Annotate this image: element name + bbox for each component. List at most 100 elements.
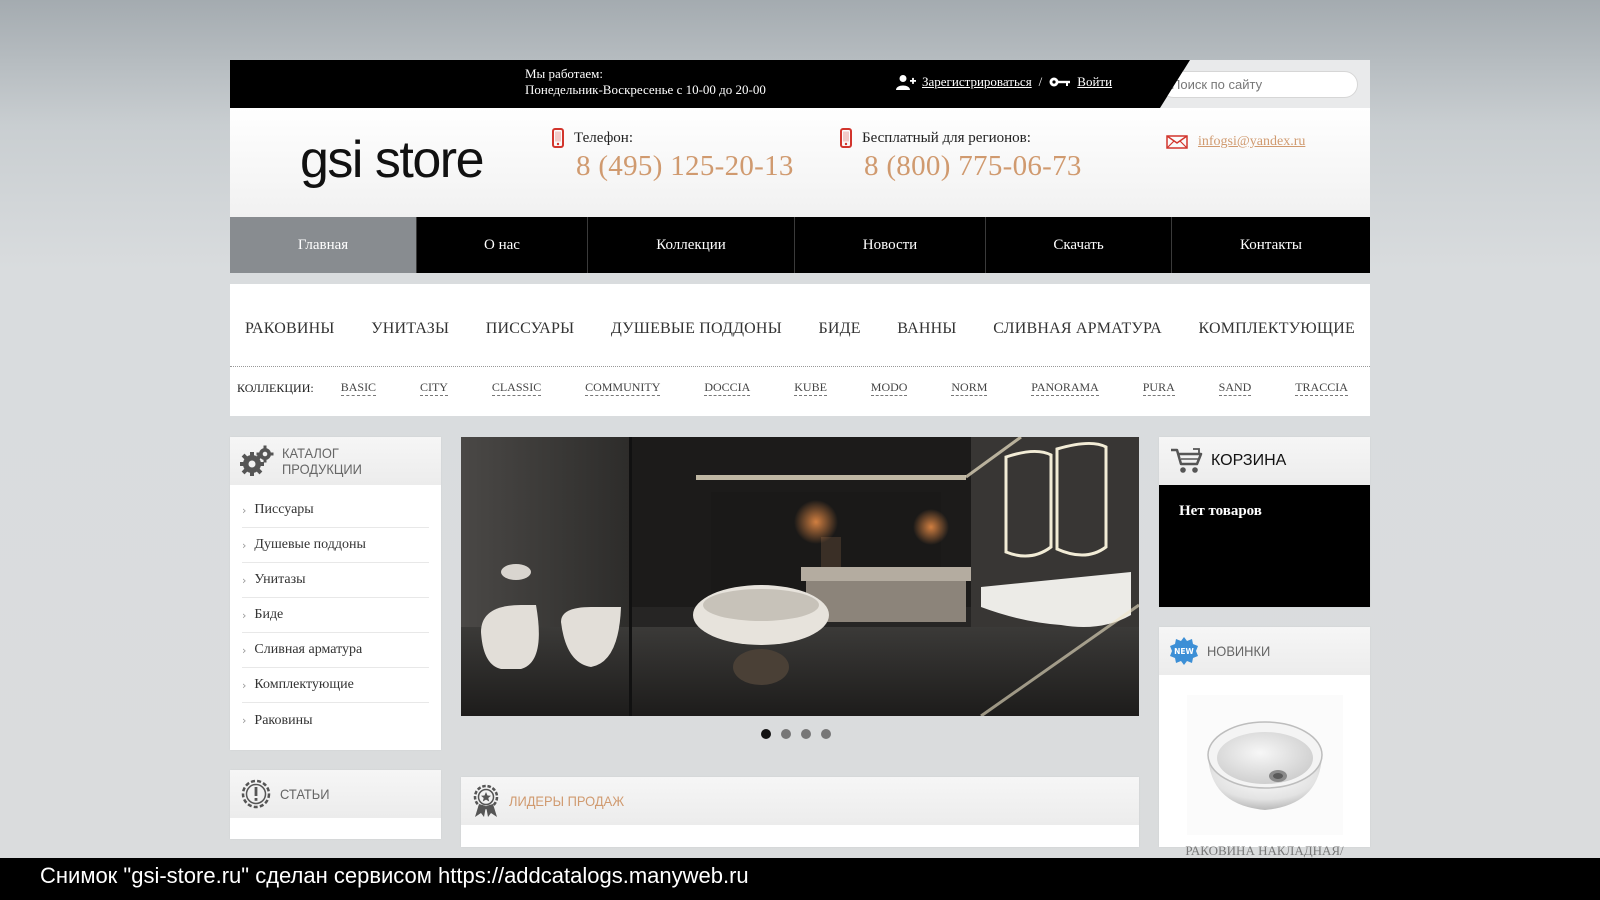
category-link[interactable]: КОМПЛЕКТУЮЩИЕ bbox=[1198, 320, 1355, 338]
award-ribbon-icon bbox=[473, 784, 499, 817]
free-phone-label: Бесплатный для регионов: bbox=[862, 129, 1031, 146]
collection-link[interactable]: COMMUNITY bbox=[585, 380, 661, 396]
envelope-icon bbox=[1166, 135, 1188, 149]
main-nav: Главная О нас Коллекции Новости Скачать … bbox=[230, 217, 1370, 273]
bestsellers-box: ЛИДЕРЫ ПРОДАЖ bbox=[461, 777, 1139, 847]
category-link[interactable]: БИДЕ bbox=[818, 320, 860, 338]
slider-dot[interactable] bbox=[761, 729, 771, 739]
category-link[interactable]: ПИССУАРЫ bbox=[486, 320, 575, 338]
catalog-box: КАТАЛОГ ПРОДУКЦИИ › Писсуары › Душевые под… bbox=[230, 437, 441, 750]
free-phone-number[interactable]: 8 (800) 775-06-73 bbox=[864, 150, 1082, 183]
nav-item-download[interactable]: Скачать bbox=[986, 217, 1172, 273]
gears-icon bbox=[240, 445, 274, 476]
phone-icon bbox=[840, 128, 852, 148]
collections-row: КОЛЛЕКЦИИ: BASIC CITY CLASSIC COMMUNITY … bbox=[237, 380, 1348, 396]
hero-slider[interactable] bbox=[461, 437, 1139, 716]
new-items-title: НОВИНКИ bbox=[1207, 643, 1271, 659]
cart-empty-text: Нет товаров bbox=[1179, 503, 1262, 519]
chevron-right-icon: › bbox=[242, 678, 247, 692]
cart-header[interactable]: КОРЗИНА bbox=[1159, 437, 1370, 485]
site-logo[interactable]: gsi store bbox=[300, 130, 485, 190]
chevron-right-icon: › bbox=[242, 714, 247, 727]
search-input[interactable] bbox=[1171, 77, 1347, 92]
catalog-item[interactable]: › Писсуары bbox=[242, 493, 429, 528]
collection-link[interactable]: TRACCIA bbox=[1295, 380, 1348, 396]
catalog-item[interactable]: › Раковины bbox=[242, 703, 429, 738]
category-link[interactable]: УНИТАЗЫ bbox=[371, 320, 449, 338]
email-block: infogsi@yandex.ru bbox=[1166, 134, 1305, 150]
product-name[interactable]: РАКОВИНА НАКЛАДНАЯ/ bbox=[1159, 843, 1370, 859]
category-link[interactable]: СЛИВНАЯ АРМАТУРА bbox=[993, 320, 1162, 338]
phone-block: Телефон: 8 (495) 125-20-13 bbox=[552, 128, 794, 183]
collection-link[interactable]: NORM bbox=[951, 380, 988, 396]
product-image[interactable] bbox=[1186, 695, 1343, 835]
washbasin-image bbox=[1206, 721, 1323, 810]
category-panel: РАКОВИНЫ УНИТАЗЫ ПИССУАРЫ ДУШЕВЫЕ ПОДДОН… bbox=[230, 284, 1370, 416]
collection-link[interactable]: PURA bbox=[1142, 380, 1175, 396]
register-link[interactable]: Зарегистрироваться bbox=[922, 74, 1032, 90]
phone-icon bbox=[552, 128, 564, 148]
slider-dot[interactable] bbox=[781, 729, 791, 739]
chevron-right-icon: › bbox=[242, 538, 247, 552]
dotted-divider bbox=[230, 366, 1370, 367]
search-box[interactable] bbox=[1160, 71, 1358, 98]
exclamation-badge-icon bbox=[241, 779, 271, 809]
catalog-item[interactable]: › Биде bbox=[242, 598, 429, 633]
catalog-title: КАТАЛОГ ПРОДУКЦИИ bbox=[282, 445, 362, 477]
auth-separator: / bbox=[1038, 74, 1043, 89]
email-link[interactable]: infogsi@yandex.ru bbox=[1198, 134, 1305, 150]
top-bar: Мы работаем: Понедельник-Воскресенье с 1… bbox=[230, 60, 1370, 108]
chevron-right-icon: › bbox=[242, 643, 247, 657]
collection-link[interactable]: KUBE bbox=[794, 380, 827, 396]
slider-dots bbox=[761, 729, 841, 739]
collection-link[interactable]: PANORAMA bbox=[1031, 380, 1099, 396]
slider-dot[interactable] bbox=[821, 729, 831, 739]
nav-item-about[interactable]: О нас bbox=[417, 217, 588, 273]
new-badge-icon: NEW bbox=[1170, 637, 1198, 665]
chevron-right-icon: › bbox=[242, 573, 247, 587]
cart-title: КОРЗИНА bbox=[1211, 452, 1287, 469]
search-area bbox=[1160, 60, 1370, 108]
site-header: gsi store Телефон: 8 (495) 125-20-13 Бес… bbox=[230, 108, 1370, 217]
category-row: РАКОВИНЫ УНИТАЗЫ ПИССУАРЫ ДУШЕВЫЕ ПОДДОН… bbox=[245, 320, 1355, 338]
key-icon bbox=[1049, 77, 1071, 87]
new-items-box: NEW НОВИНКИ РАКОВИНА НАКЛАДНАЯ/ bbox=[1159, 627, 1370, 858]
category-link[interactable]: ВАННЫ bbox=[897, 320, 956, 338]
catalog-item[interactable]: › Комплектующие bbox=[242, 668, 429, 703]
catalog-item[interactable]: › Унитазы bbox=[242, 563, 429, 598]
auth-links: Зарегистрироваться / Войти bbox=[896, 74, 1112, 90]
collection-link[interactable]: SAND bbox=[1218, 380, 1252, 396]
login-link[interactable]: Войти bbox=[1077, 74, 1112, 90]
articles-title: СТАТЬИ bbox=[280, 786, 330, 802]
phone-label: Телефон: bbox=[574, 129, 633, 146]
articles-box: СТАТЬИ bbox=[230, 770, 441, 839]
cart-box: КОРЗИНА Нет товаров bbox=[1159, 437, 1370, 607]
collection-link[interactable]: DOCCIA bbox=[704, 380, 751, 396]
bestsellers-header: ЛИДЕРЫ ПРОДАЖ bbox=[461, 777, 1139, 825]
category-link[interactable]: РАКОВИНЫ bbox=[245, 320, 335, 338]
collection-link[interactable]: CITY bbox=[419, 380, 448, 396]
nav-item-news[interactable]: Новости bbox=[795, 217, 986, 273]
add-user-icon bbox=[896, 75, 916, 90]
nav-item-contacts[interactable]: Контакты bbox=[1172, 217, 1370, 273]
working-hours: Мы работаем: Понедельник-Воскресенье с 1… bbox=[525, 66, 766, 97]
svg-text:NEW: NEW bbox=[1174, 647, 1194, 656]
slider-dot[interactable] bbox=[801, 729, 811, 739]
category-link[interactable]: ДУШЕВЫЕ ПОДДОНЫ bbox=[611, 320, 782, 338]
collections-label: КОЛЛЕКЦИИ: bbox=[237, 380, 314, 395]
catalog-item[interactable]: › Душевые поддоны bbox=[242, 528, 429, 563]
bathroom-interior-image bbox=[461, 437, 1139, 716]
screenshot-caption: Снимок "gsi-store.ru" сделан сервисом ht… bbox=[0, 858, 1600, 900]
free-phone-block: Бесплатный для регионов: 8 (800) 775-06-… bbox=[840, 128, 1082, 183]
nav-item-collections[interactable]: Коллекции bbox=[588, 217, 795, 273]
nav-item-home[interactable]: Главная bbox=[230, 217, 417, 273]
chevron-right-icon: › bbox=[242, 503, 247, 517]
catalog-item[interactable]: › Сливная арматура bbox=[242, 633, 429, 668]
collection-link[interactable]: CLASSIC bbox=[491, 380, 542, 396]
chevron-right-icon: › bbox=[242, 608, 247, 622]
phone-number[interactable]: 8 (495) 125-20-13 bbox=[576, 150, 794, 183]
collection-link[interactable]: MODO bbox=[870, 380, 908, 396]
new-items-header[interactable]: NEW НОВИНКИ bbox=[1159, 627, 1370, 675]
articles-header[interactable]: СТАТЬИ bbox=[230, 770, 441, 818]
collection-link[interactable]: BASIC bbox=[340, 380, 377, 396]
